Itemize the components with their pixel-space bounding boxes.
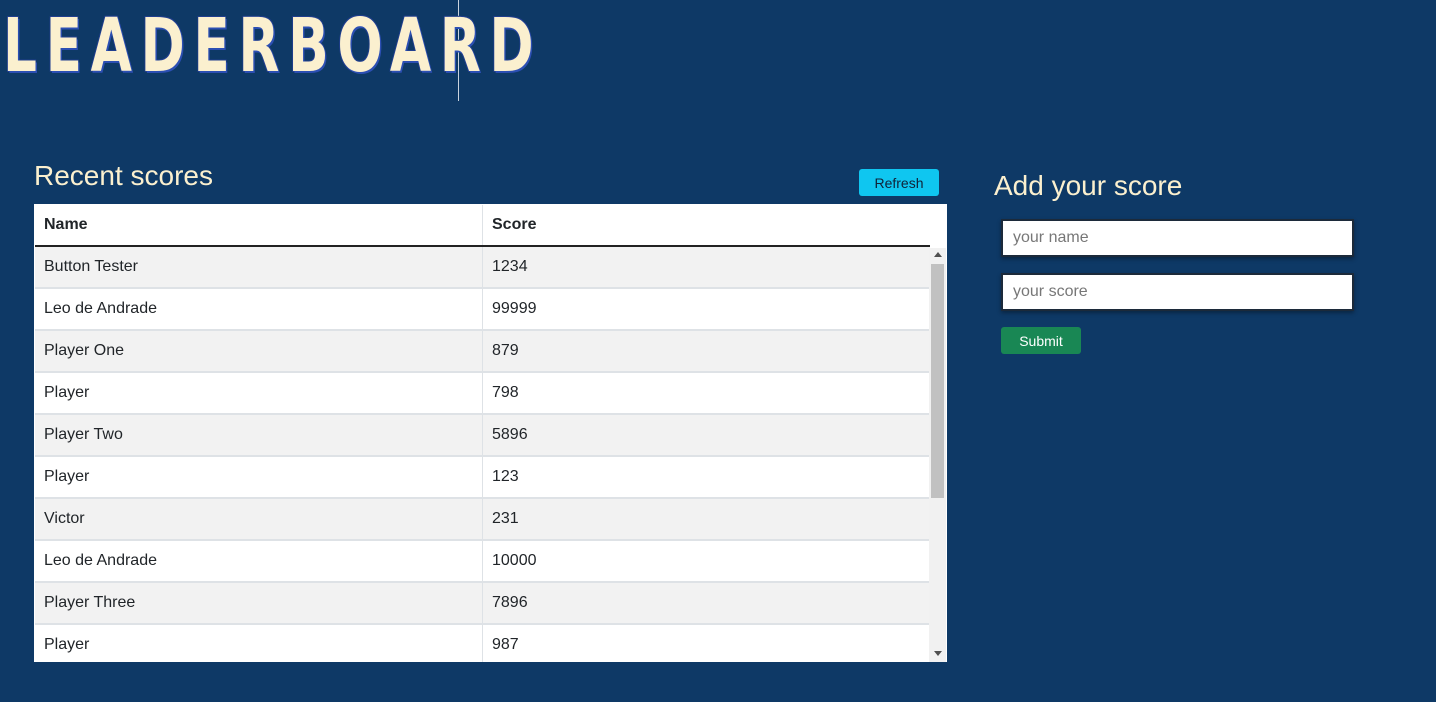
scores-table: Name Score Button Tester 1234 Leo de And… [35,205,930,662]
table-row: Player 798 [35,372,930,415]
scroll-thumb[interactable] [931,264,944,498]
row-name-cell: Leo de Andrade [35,540,483,583]
column-header-name: Name [35,205,483,247]
row-name-cell: Button Tester [35,246,483,289]
row-score-cell: 987 [482,624,930,662]
row-score-cell: 7896 [482,582,930,625]
row-name-cell: Player One [35,330,483,373]
name-input[interactable] [1001,219,1354,257]
submit-button[interactable]: Submit [1001,327,1081,354]
table-row: Player One 879 [35,330,930,373]
scroll-down-arrow-icon[interactable] [934,651,942,656]
row-score-cell: 798 [482,372,930,415]
table-row: Player Two 5896 [35,414,930,457]
table-header-row: Name Score [35,205,930,247]
row-score-cell: 879 [482,330,930,373]
row-name-cell: Leo de Andrade [35,288,483,331]
row-name-cell: Player [35,372,483,415]
table-row: Leo de Andrade 10000 [35,540,930,583]
column-header-score: Score [482,205,930,247]
add-score-title: Add your score [994,170,1183,201]
row-name-cell: Player Two [35,414,483,457]
row-score-cell: 5896 [482,414,930,457]
scores-table-container[interactable]: Name Score Button Tester 1234 Leo de And… [34,204,947,662]
table-row: Button Tester 1234 [35,246,930,289]
table-scrollbar[interactable] [929,248,946,662]
header: LEADERBOARD [0,0,534,101]
table-row: Player 123 [35,456,930,499]
row-score-cell: 99999 [482,288,930,331]
table-row: Leo de Andrade 99999 [35,288,930,331]
row-name-cell: Player [35,624,483,662]
row-score-cell: 123 [482,456,930,499]
table-row: Player Three 7896 [35,582,930,625]
row-score-cell: 1234 [482,246,930,289]
row-name-cell: Player [35,456,483,499]
scroll-up-arrow-icon[interactable] [934,252,942,257]
table-row: Player 987 [35,624,930,662]
leaderboard-logo: LEADERBOARD [3,3,543,89]
refresh-button[interactable]: Refresh [859,169,939,196]
row-name-cell: Player Three [35,582,483,625]
row-name-cell: Victor [35,498,483,541]
recent-scores-title: Recent scores [34,160,213,191]
row-score-cell: 231 [482,498,930,541]
table-row: Victor 231 [35,498,930,541]
row-score-cell: 10000 [482,540,930,583]
score-input[interactable] [1001,273,1354,311]
